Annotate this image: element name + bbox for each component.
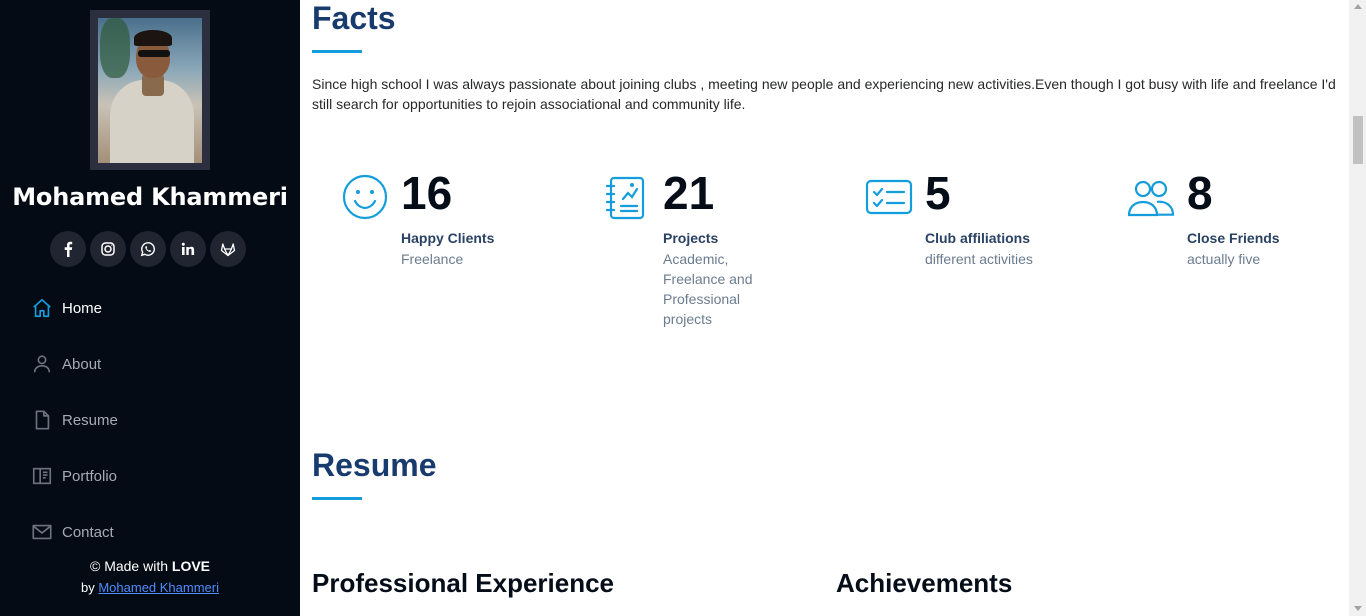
people-icon [1127,173,1175,221]
facts-title-underline [312,50,362,53]
nav-item-label: Portfolio [62,467,118,485]
love-text: LOVE [171,558,211,574]
resume-title-underline [312,497,362,500]
count-number: 5 [925,167,951,219]
gitlab-icon[interactable] [210,231,246,267]
envelope-icon [30,520,54,544]
nav-item-home[interactable]: Home [30,280,118,336]
count-title: Club affiliations [925,230,1030,246]
linkedin-icon[interactable] [170,231,206,267]
count-description: different activities [925,251,1033,267]
facts-description: Since high school I was always passionat… [312,76,1336,112]
facts-title: Facts [312,0,396,36]
sidebar-footer: © Made with LOVE by Mohamed Khammeri [0,558,300,595]
count-description: actually five [1187,251,1261,267]
nav-item-label: Contact [62,523,114,541]
nav-item-portfolio[interactable]: Portfolio [30,448,118,504]
credit-prefix: by [81,580,99,595]
file-icon [30,408,54,432]
achievements-heading: Achievements [836,568,1013,598]
count-title: Close Friends [1187,230,1280,246]
scroll-down-arrow-icon[interactable] [1354,606,1362,611]
nav-item-contact[interactable]: Contact [30,504,118,560]
house-icon [30,296,54,320]
instagram-icon[interactable] [90,231,126,267]
count-title: Projects [663,230,719,246]
journal-icon [603,173,651,221]
main-content: Facts Since high school I was always pas… [300,0,1349,616]
count-number: 8 [1187,167,1213,219]
facebook-icon[interactable] [50,231,86,267]
whatsapp-icon[interactable] [130,231,166,267]
profile-photo-frame [90,10,210,170]
nav-item-label: Resume [62,411,118,429]
resume-title: Resume [312,447,437,483]
profile-name: Mohamed Khammeri [12,183,288,211]
sidebar: Mohamed Khammeri Home About Resume Portf… [0,0,300,616]
nav-item-label: Home [62,299,103,317]
count-description: Academic, Freelance and Professional pro… [663,251,753,327]
copyright-text: © Made with [89,558,172,574]
checklist-icon [865,173,913,221]
scrollbar-thumb[interactable] [1353,116,1363,164]
count-number: 21 [663,167,715,219]
profile-photo [98,18,202,163]
nav-item-label: About [62,355,102,373]
professional-experience-heading: Professional Experience [312,568,615,598]
person-icon [30,352,54,376]
social-links [50,231,246,267]
page-scrollbar[interactable] [1349,0,1366,616]
nav-item-about[interactable]: About [30,336,118,392]
author-link[interactable]: Mohamed Khammeri [98,580,219,595]
nav-item-resume[interactable]: Resume [30,392,118,448]
credit-line: by Mohamed Khammeri [0,580,300,595]
count-description: Freelance [401,251,464,267]
book-icon [30,464,54,488]
sidebar-nav: Home About Resume Portfolio Contact [30,280,118,560]
scroll-up-arrow-icon[interactable] [1354,4,1362,9]
copyright-line: © Made with LOVE [0,558,300,574]
count-title: Happy Clients [401,230,495,246]
count-number: 16 [401,167,453,219]
smiley-icon [341,173,389,221]
